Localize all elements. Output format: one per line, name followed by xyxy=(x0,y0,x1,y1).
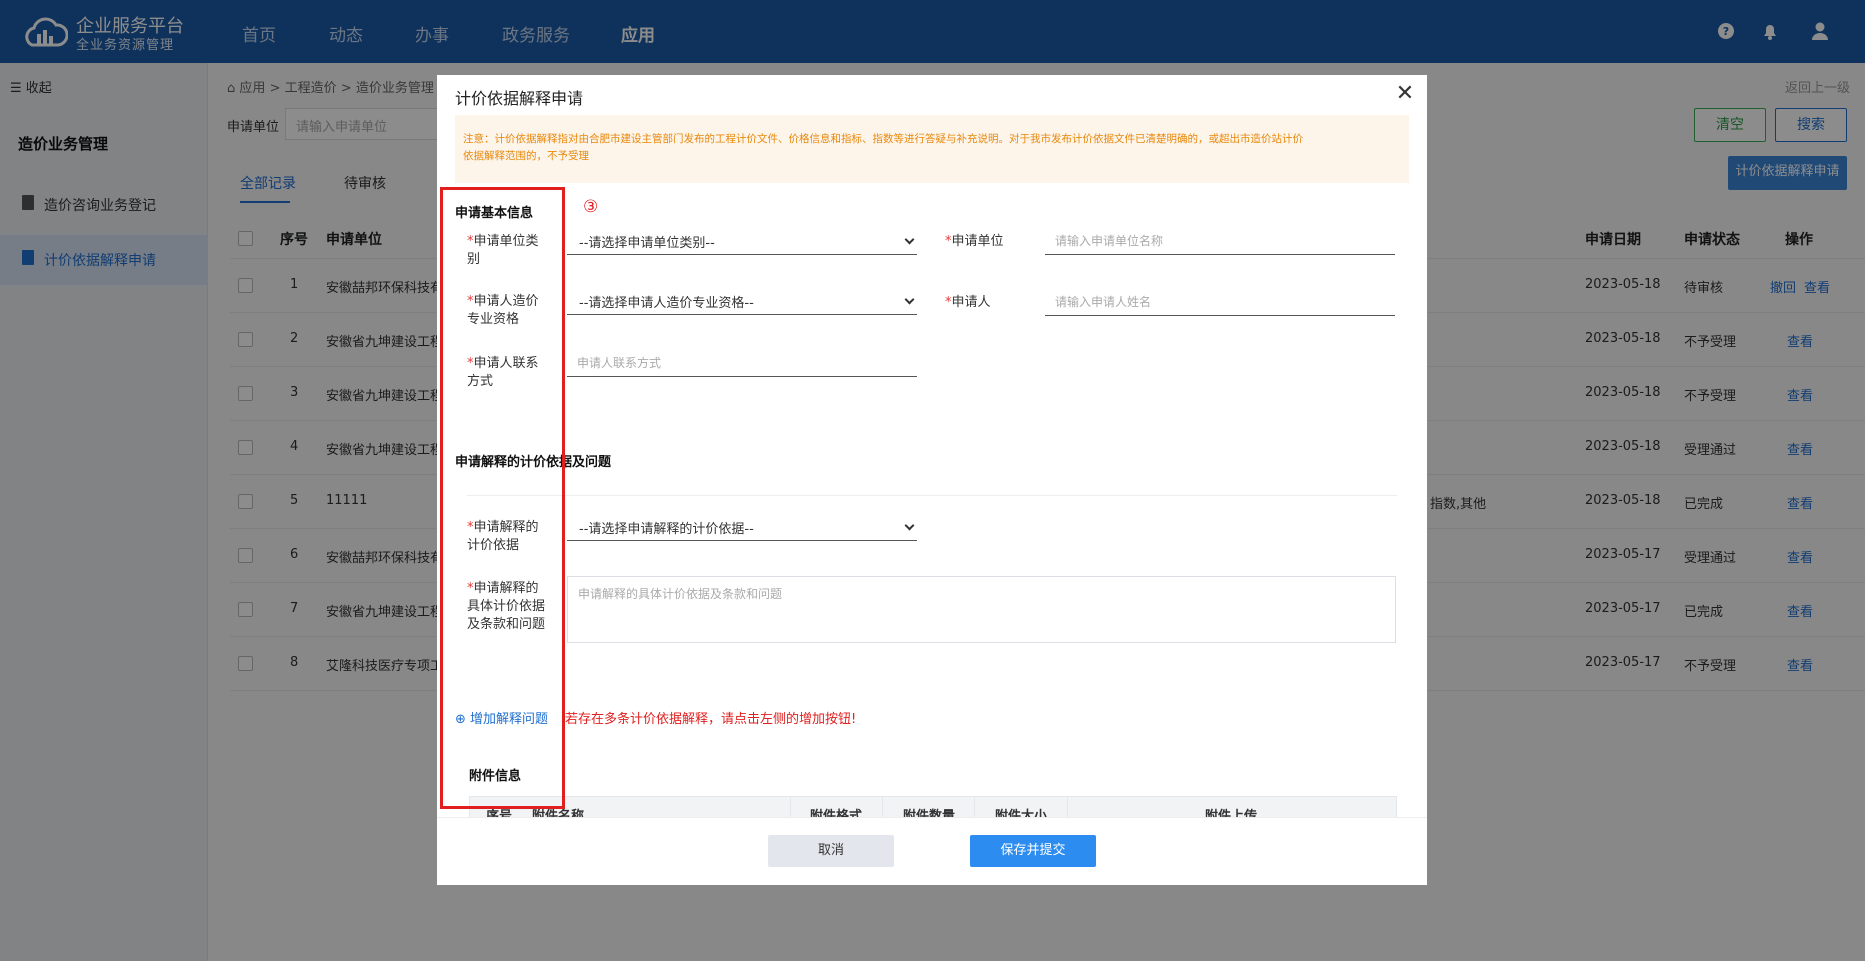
label-text: 申请人 xyxy=(951,295,991,310)
modal-footer: 取消 保存并提交 xyxy=(437,817,1427,885)
detail-textarea[interactable]: 申请解释的具体计价依据及条款和问题 xyxy=(567,576,1396,643)
section-divider xyxy=(467,495,1397,496)
select-value: --请选择申请解释的计价依据-- xyxy=(579,522,754,537)
basis-select[interactable]: --请选择申请解释的计价依据-- xyxy=(567,513,917,541)
select-value: --请选择申请人造价专业资格-- xyxy=(579,296,754,311)
add-question-hint: 若存在多条计价依据解释，请点击左侧的增加按钮! xyxy=(565,712,857,727)
col-divider xyxy=(1067,797,1068,817)
unit-type-select[interactable]: --请选择申请单位类别-- xyxy=(567,227,917,255)
notice-text-line1: 注意：计价依据解释指对由合肥市建设主管部门发布的工程计价文件、价格信息和指标、指… xyxy=(463,133,1303,145)
attach-col-upload: 附件上传 xyxy=(1205,809,1258,817)
modal-title: 计价依据解释申请 xyxy=(455,89,584,108)
attachment-table-header: 序号 附件名称 附件格式 附件数量 附件大小 附件上传 xyxy=(469,796,1397,817)
qualification-select[interactable]: --请选择申请人造价专业资格-- xyxy=(567,287,917,315)
unit-label: *申请单位 xyxy=(945,233,1025,251)
unit-input[interactable]: 请输入申请单位名称 xyxy=(1045,227,1395,255)
annotation-highlight-box xyxy=(440,187,565,809)
col-divider xyxy=(882,797,883,817)
attach-col-format: 附件格式 xyxy=(810,809,863,817)
close-icon[interactable]: ✕ xyxy=(1392,81,1418,107)
attach-col-count: 附件数量 xyxy=(903,809,956,817)
application-modal: 计价依据解释申请 ✕ 注意：计价依据解释指对由合肥市建设主管部门发布的工程计价文… xyxy=(437,75,1427,885)
chevron-down-icon xyxy=(904,520,915,531)
col-divider xyxy=(974,797,975,817)
annotation-number: ③ xyxy=(583,197,599,217)
applicant-label: *申请人 xyxy=(945,294,1025,312)
contact-input[interactable]: 申请人联系方式 xyxy=(567,349,917,377)
save-submit-button[interactable]: 保存并提交 xyxy=(970,835,1096,867)
applicant-input[interactable]: 请输入申请人姓名 xyxy=(1045,288,1395,316)
chevron-down-icon xyxy=(904,234,915,245)
attach-col-size: 附件大小 xyxy=(995,809,1048,817)
notice-text-line2: 依据解释范围的，不予受理 xyxy=(463,150,589,162)
select-value: --请选择申请单位类别-- xyxy=(579,236,715,251)
notice-box: 注意：计价依据解释指对由合肥市建设主管部门发布的工程计价文件、价格信息和指标、指… xyxy=(455,115,1409,183)
col-divider xyxy=(790,797,791,817)
chevron-down-icon xyxy=(904,294,915,305)
label-text: 申请单位 xyxy=(951,234,1004,249)
cancel-button[interactable]: 取消 xyxy=(768,835,894,867)
